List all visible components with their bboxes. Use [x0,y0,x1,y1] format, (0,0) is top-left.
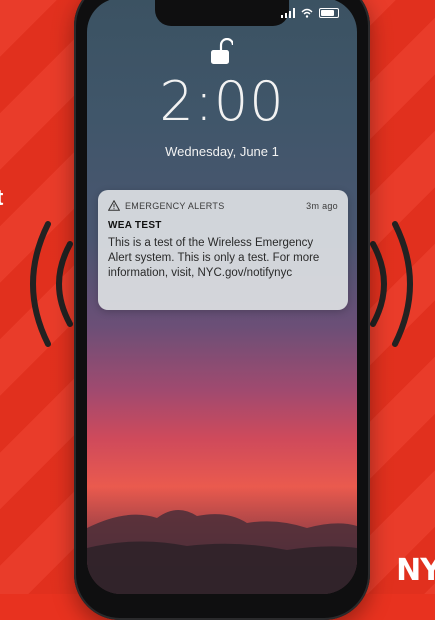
wallpaper-clouds [87,509,357,594]
wifi-icon [301,8,313,18]
warning-triangle-icon [108,200,120,211]
notification-timestamp: 3m ago [306,200,338,211]
phone-device: 2:00 Wednesday, June 1 EMERGENCY ALERTS … [74,0,370,620]
status-bar [281,8,339,18]
battery-icon [319,8,339,18]
lock-screen-time: 2:00 [159,70,285,133]
phone-notch [155,0,289,26]
notification-app-name: EMERGENCY ALERTS [125,200,225,211]
nyc-logo: NY [396,553,435,588]
lock-screen-date: Wednesday, June 1 [165,144,279,159]
lock-screen[interactable]: 2:00 Wednesday, June 1 EMERGENCY ALERTS … [87,0,357,594]
vibration-waves-left-icon [30,221,73,347]
emergency-alert-notification[interactable]: EMERGENCY ALERTS 3m ago WEA TEST This is… [98,190,348,310]
vibration-waves-right-icon [370,221,413,347]
unlocked-padlock-icon [211,38,233,64]
notification-title: WEA TEST [108,220,162,231]
signal-icon [281,8,295,18]
notification-body: This is a test of the Wireless Emergency… [108,237,320,279]
notification-app: EMERGENCY ALERTS [108,200,225,211]
cropped-text: t [0,185,3,211]
notification-header: EMERGENCY ALERTS 3m ago [108,200,338,211]
